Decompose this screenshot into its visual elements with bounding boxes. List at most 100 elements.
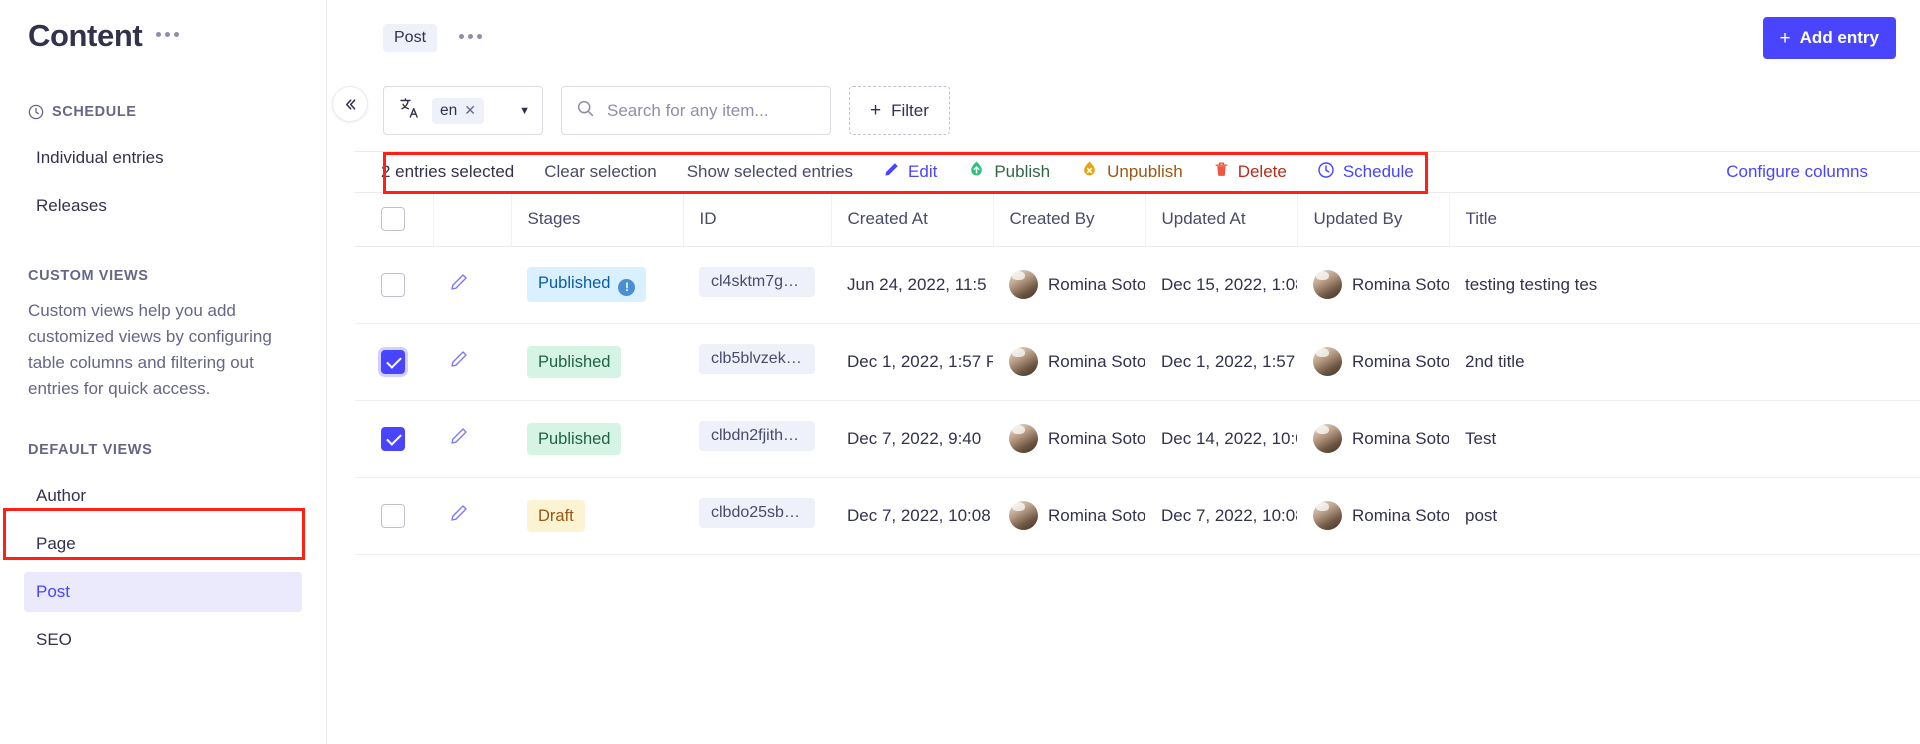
column-id[interactable]: ID [683, 193, 832, 247]
sidebar-item-post[interactable]: Post [24, 572, 302, 612]
pencil-icon[interactable] [449, 503, 469, 528]
add-entry-button[interactable]: + Add entry [1762, 17, 1896, 59]
sidebar-item-label: Author [36, 486, 87, 505]
table-row[interactable]: Published! cl4sktm7gbda... Jun 24, 2022,… [355, 246, 1920, 324]
column-updated-at[interactable]: Updated At [1145, 193, 1298, 247]
sidebar-section-custom-views-label: CUSTOM VIEWS [28, 268, 149, 284]
column-created-at[interactable]: Created At [831, 193, 994, 247]
column-updated-by[interactable]: Updated By [1297, 193, 1450, 247]
table-header-row: Stages ID Created At Created By Updated … [355, 193, 1920, 247]
sidebar-item-individual-entries[interactable]: Individual entries [24, 138, 302, 178]
clear-selection-button[interactable]: Clear selection [544, 162, 656, 182]
pencil-icon [883, 161, 900, 183]
user-cell: Romina Soto [1009, 501, 1145, 530]
row-stage-cell: Published [511, 400, 683, 478]
row-checkbox[interactable] [381, 272, 405, 297]
id-chip: clb5blvzekcnh... [699, 344, 815, 374]
info-icon[interactable]: ! [618, 278, 636, 296]
table-row[interactable]: Published clbdn2fjithnl0... Dec 7, 2022,… [355, 400, 1920, 478]
locale-select[interactable]: en ✕ ▼ [383, 86, 543, 135]
sidebar-item-label: Page [36, 534, 76, 553]
table-body: Published! cl4sktm7gbda... Jun 24, 2022,… [355, 246, 1920, 555]
avatar [1313, 347, 1342, 376]
row-updated-by-cell: Romina Soto [1297, 323, 1449, 401]
row-select-cell [355, 323, 433, 401]
row-select-cell [355, 246, 433, 324]
annotation-row-holder [355, 554, 1920, 555]
avatar [1313, 501, 1342, 530]
column-created-by[interactable]: Created By [993, 193, 1146, 247]
sidebar-section-schedule: SCHEDULE [24, 104, 302, 120]
pencil-icon[interactable] [449, 272, 469, 297]
row-created-at-cell: Jun 24, 2022, 11:5 [831, 246, 993, 324]
column-stages[interactable]: Stages [511, 193, 684, 247]
bulk-publish-label: Publish [994, 162, 1051, 181]
bulk-actions-bar: 2 entries selected Clear selection Show … [355, 151, 1920, 194]
row-edit-cell [433, 246, 511, 324]
more-horizontal-icon[interactable] [156, 31, 180, 41]
page-title: Content [28, 18, 143, 53]
bulk-unpublish-label: Unpublish [1107, 162, 1183, 181]
annotation-cell [355, 554, 1920, 555]
row-updated-at-cell: Dec 14, 2022, 10:0 [1145, 400, 1297, 478]
bulk-delete-button[interactable]: Delete [1213, 161, 1287, 183]
row-checkbox[interactable] [381, 503, 405, 528]
row-updated-by-cell: Romina Soto [1297, 246, 1449, 324]
avatar [1313, 270, 1342, 299]
user-cell: Romina Soto [1313, 347, 1449, 376]
filter-button[interactable]: + Filter [849, 86, 950, 135]
sidebar-item-seo[interactable]: SEO [24, 620, 302, 660]
search-input[interactable] [607, 100, 816, 121]
unpublish-x-icon [1080, 160, 1099, 184]
show-selected-entries-button[interactable]: Show selected entries [687, 162, 853, 182]
row-checkbox[interactable] [381, 426, 405, 451]
status-badge: Published! [527, 267, 647, 302]
user-name: Romina Soto [1048, 505, 1145, 525]
user-cell: Romina Soto [1313, 270, 1449, 299]
pencil-icon[interactable] [449, 426, 469, 451]
sidebar-section-custom-views: CUSTOM VIEWS [24, 268, 302, 284]
user-cell: Romina Soto [1313, 424, 1449, 453]
user-name: Romina Soto [1352, 351, 1449, 371]
bulk-edit-button[interactable]: Edit [883, 161, 937, 183]
bulk-schedule-button[interactable]: Schedule [1317, 161, 1414, 184]
breadcrumb-item-post[interactable]: Post [383, 24, 438, 52]
locale-chip[interactable]: en ✕ [432, 97, 484, 124]
table-row[interactable]: Published clb5blvzekcnh... Dec 1, 2022, … [355, 323, 1920, 401]
sidebar-item-releases[interactable]: Releases [24, 186, 302, 226]
sidebar-section-default-views-label: DEFAULT VIEWS [28, 442, 153, 458]
more-horizontal-icon[interactable] [459, 33, 483, 43]
user-name: Romina Soto [1352, 428, 1449, 448]
chevron-double-left-icon[interactable] [332, 86, 368, 122]
user-name: Romina Soto [1048, 428, 1145, 448]
id-chip: cl4sktm7gbda... [699, 267, 815, 297]
row-checkbox[interactable] [381, 349, 405, 374]
configure-columns-button[interactable]: Configure columns [1726, 162, 1920, 182]
trash-icon [1213, 161, 1230, 183]
publish-up-icon [967, 160, 986, 184]
bulk-unpublish-button[interactable]: Unpublish [1080, 160, 1183, 184]
top-bar: Post + Add entry [327, 0, 1920, 76]
search-box[interactable] [561, 86, 831, 135]
filter-bar: en ✕ ▼ + Filter [327, 76, 1920, 151]
column-select-all [355, 193, 434, 247]
status-badge: Draft [527, 499, 585, 532]
row-id-cell: clb5blvzekcnh... [683, 323, 831, 401]
app-root: Content SCHEDULE Individual entries Rele… [0, 0, 1920, 744]
row-edit-cell [433, 323, 511, 401]
close-icon[interactable]: ✕ [464, 102, 476, 119]
column-title[interactable]: Title [1449, 193, 1920, 247]
bulk-publish-button[interactable]: Publish [967, 160, 1050, 184]
select-all-checkbox[interactable] [381, 207, 405, 232]
sidebar-item-author[interactable]: Author [24, 476, 302, 516]
filter-label: Filter [891, 100, 929, 120]
id-chip: clbdo25sbtqei... [699, 498, 815, 528]
bulk-delete-label: Delete [1237, 162, 1287, 181]
sidebar-item-page[interactable]: Page [24, 524, 302, 564]
chevron-down-icon[interactable]: ▼ [519, 105, 530, 117]
row-created-by-cell: Romina Soto [993, 323, 1145, 401]
row-created-at-cell: Dec 7, 2022, 10:08 [831, 477, 993, 555]
pencil-icon[interactable] [449, 349, 469, 374]
avatar [1009, 424, 1038, 453]
table-row[interactable]: Draft clbdo25sbtqei... Dec 7, 2022, 10:0… [355, 477, 1920, 555]
